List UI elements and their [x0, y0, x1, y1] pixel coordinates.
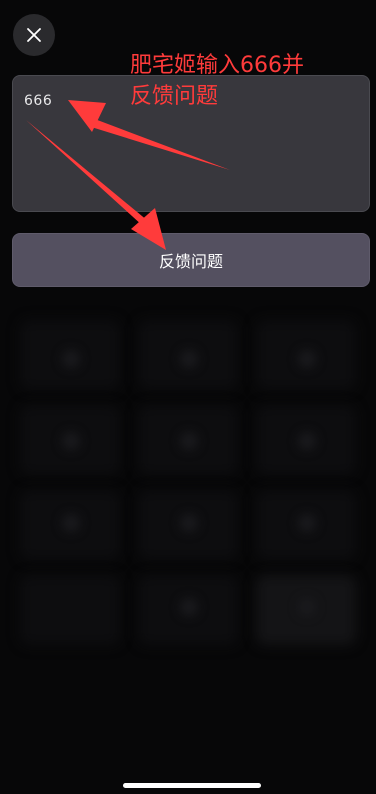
background-dot — [298, 598, 316, 616]
background-dot — [180, 598, 198, 616]
background-dot — [62, 350, 80, 368]
close-icon — [27, 28, 41, 42]
background-tile — [20, 575, 120, 645]
feedback-textarea-value: 666 — [24, 93, 53, 109]
annotation-caption: 肥宅姬输入666并 反馈问题 — [130, 50, 304, 112]
feedback-submit-button[interactable]: 反馈问题 — [12, 233, 370, 287]
background-dot — [180, 350, 198, 368]
background-dot — [298, 432, 316, 450]
annotation-line-1: 肥宅姬输入666并 — [130, 53, 304, 78]
background-dot — [298, 350, 316, 368]
close-button[interactable] — [13, 14, 55, 56]
background-dot — [62, 514, 80, 532]
background-dot — [180, 514, 198, 532]
annotation-line-2: 反馈问题 — [130, 84, 219, 109]
background-dot — [62, 432, 80, 450]
home-indicator — [123, 783, 261, 788]
background-dot — [298, 514, 316, 532]
background-dot — [180, 432, 198, 450]
